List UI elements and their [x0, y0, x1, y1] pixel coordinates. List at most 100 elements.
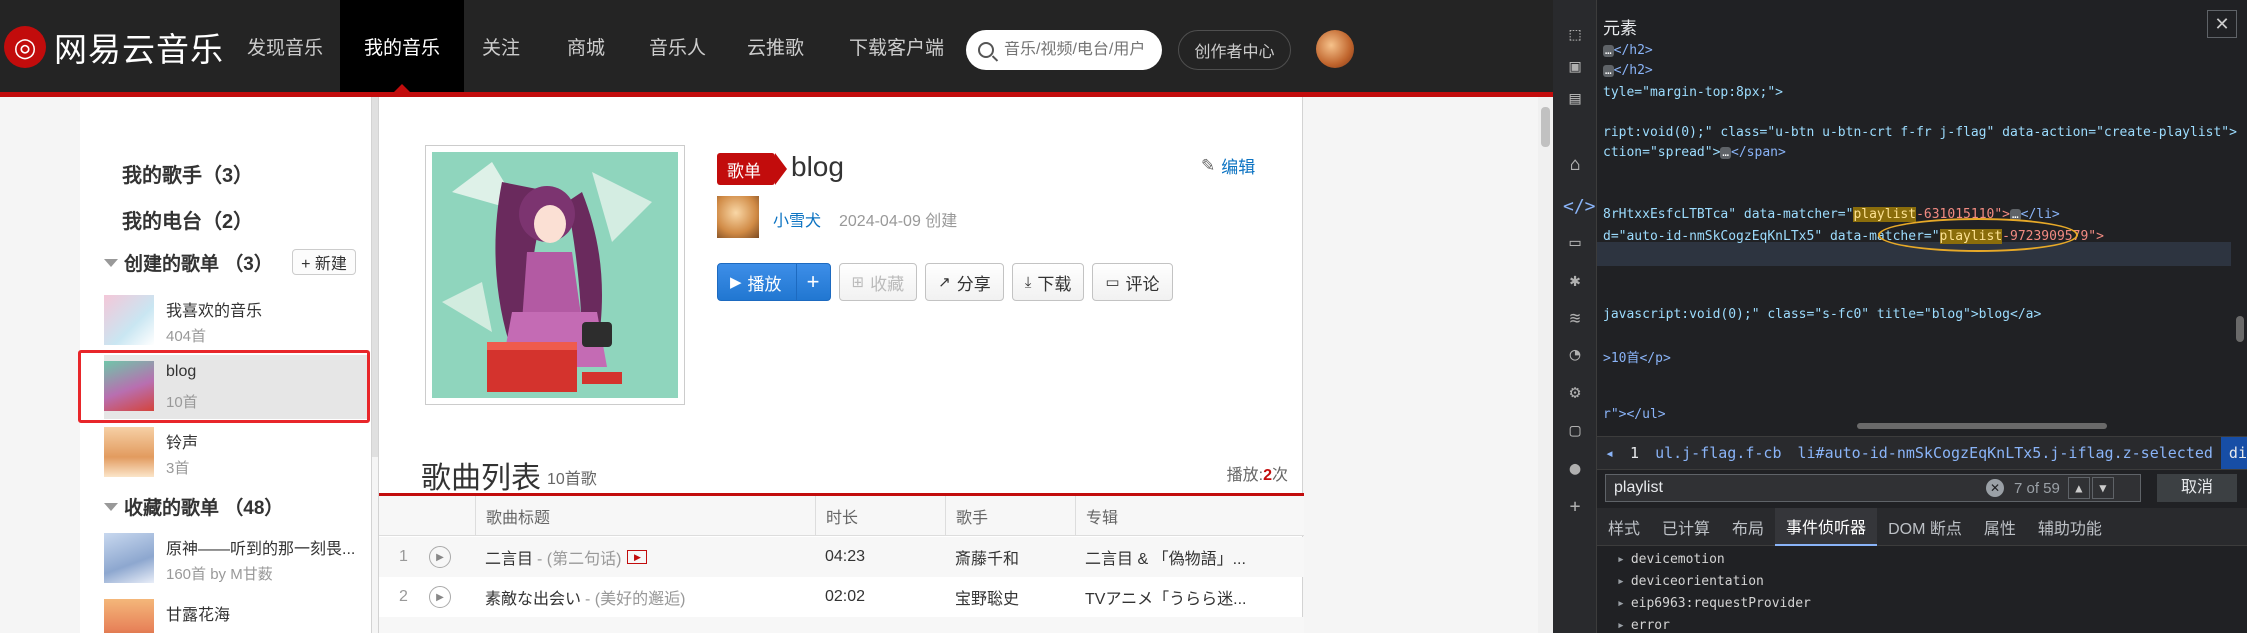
dom-line[interactable]: … </h2>: [1603, 42, 1653, 60]
song-row[interactable]: 2 ▶ 素敵な出会い - (美好的邂逅) 02:02 宝野聡史 TVアニメ「うら…: [379, 577, 1304, 617]
my-singers[interactable]: 我的歌手（3）: [122, 159, 253, 188]
song-album[interactable]: 二言目 & 「偽物語」...: [1075, 537, 1304, 577]
find-cancel-button[interactable]: 取消: [2157, 474, 2237, 502]
creator-avatar[interactable]: [717, 196, 759, 238]
song-list-title: 歌曲列表: [421, 462, 541, 495]
my-radios[interactable]: 我的电台（2）: [122, 205, 253, 234]
memory-icon[interactable]: ●: [1563, 458, 1587, 480]
user-avatar[interactable]: [1316, 30, 1354, 68]
device-toggle-icon[interactable]: ▣: [1563, 56, 1587, 78]
find-field[interactable]: ✕ 7 of 59 ▲ ▼: [1605, 474, 2141, 502]
song-album[interactable]: TVアニメ「うらら迷...: [1075, 577, 1304, 617]
debugger-icon[interactable]: ✱: [1563, 270, 1587, 292]
mv-icon[interactable]: ▶: [627, 550, 648, 564]
playlist-item-ringtone[interactable]: 铃声 3首: [104, 421, 368, 485]
close-icon[interactable]: ✕: [2207, 10, 2237, 38]
dom-vertical-scrollbar[interactable]: [2235, 36, 2245, 416]
song-title[interactable]: 素敵な出会い: [485, 585, 581, 609]
application-icon[interactable]: ▢: [1563, 420, 1587, 442]
scrollbar-thumb[interactable]: [2236, 316, 2244, 342]
console-icon[interactable]: ▭: [1563, 232, 1587, 254]
comment-button[interactable]: ▭ 评论: [1092, 263, 1173, 301]
listener-item[interactable]: eip6963:requestProvider: [1617, 596, 1811, 611]
find-input[interactable]: [1606, 479, 1986, 497]
scrollbar-thumb[interactable]: [1541, 107, 1550, 147]
col-title: 歌曲标题: [475, 496, 815, 536]
song-title[interactable]: 二言目: [485, 545, 533, 569]
created-date: 2024-04-09 创建: [839, 213, 958, 230]
nav-mall[interactable]: 商城: [543, 0, 629, 92]
clear-search-icon[interactable]: ✕: [1986, 479, 2004, 497]
nav-follow[interactable]: 关注: [458, 0, 544, 92]
tab-computed[interactable]: 已计算: [1651, 508, 1721, 546]
dom-line[interactable]: ript:void(0);" class="u-btn u-btn-crt f-…: [1603, 124, 2237, 142]
settings-gear-icon[interactable]: ⚙: [1563, 382, 1587, 404]
collect-button[interactable]: ⊞ 收藏: [838, 263, 918, 301]
creator-name[interactable]: 小雪犬: [773, 207, 821, 231]
dom-line[interactable]: tyle="margin-top:8px;">: [1603, 84, 1783, 102]
logo-text: 网易云音乐: [54, 31, 224, 68]
playlist-item-ganlu[interactable]: 甘露花海: [104, 593, 368, 633]
tab-accessibility[interactable]: 辅助功能: [2027, 508, 2113, 546]
site-logo[interactable]: ◎ 网易云音乐: [4, 24, 224, 70]
nav-my-music[interactable]: 我的音乐: [340, 0, 465, 92]
scrollbar-thumb[interactable]: [1857, 423, 2107, 429]
song-row-partial[interactable]: [379, 617, 1304, 633]
new-playlist-button[interactable]: + 新建: [292, 249, 356, 275]
collapse-triangle-icon: [104, 258, 118, 267]
tab-properties[interactable]: 属性: [1973, 508, 2027, 546]
created-playlists-header[interactable]: 创建的歌单 （3）: [104, 249, 273, 276]
playlist-name: 我喜欢的音乐: [166, 303, 263, 320]
creator-center-button[interactable]: 创作者中心: [1178, 30, 1291, 70]
listener-item[interactable]: devicemotion: [1617, 552, 1725, 567]
play-song-icon[interactable]: ▶: [429, 546, 451, 568]
playlist-item-liked[interactable]: 我喜欢的音乐 404首: [104, 289, 368, 353]
edit-link[interactable]: ✎ 编辑: [1201, 153, 1255, 178]
nav-musician[interactable]: 音乐人: [625, 0, 730, 92]
dom-line[interactable]: >10首</p>: [1603, 350, 1671, 368]
find-next-icon[interactable]: ▼: [2091, 477, 2114, 499]
listener-item[interactable]: error: [1617, 618, 1670, 633]
tab-dom-breakpoints[interactable]: DOM 断点: [1877, 508, 1973, 546]
dom-horizontal-scrollbar[interactable]: [1607, 420, 2241, 432]
tab-layout[interactable]: 布局: [1721, 508, 1775, 546]
share-button[interactable]: ↗ 分享: [925, 263, 1004, 301]
dom-line[interactable]: ction="spread">… </span>: [1603, 144, 1786, 162]
search-icon: [978, 42, 994, 58]
dom-line[interactable]: … </h2>: [1603, 62, 1653, 80]
play-song-icon[interactable]: ▶: [429, 586, 451, 608]
breadcrumb-item[interactable]: 1: [1622, 444, 1647, 462]
panel-icon[interactable]: ▤: [1563, 88, 1587, 110]
add-to-queue-button[interactable]: +: [795, 264, 830, 300]
collected-playlists-header[interactable]: 收藏的歌单 （48）: [104, 493, 283, 520]
nav-download[interactable]: 下载客户端: [825, 0, 968, 92]
download-button[interactable]: ⤓ 下载: [1011, 263, 1085, 301]
elements-icon[interactable]: </>: [1563, 196, 1596, 218]
breadcrumb-prev-icon[interactable]: ◂: [1597, 444, 1622, 462]
breadcrumb-item[interactable]: ul.j-flag.f-cb: [1647, 444, 1789, 462]
search-box[interactable]: [966, 30, 1162, 70]
welcome-icon[interactable]: ⌂: [1563, 154, 1587, 176]
song-row[interactable]: 1 ▶ 二言目 - (第二句话) ▶ 04:23 斎藤千和 二言目 & 「偽物語…: [379, 537, 1304, 577]
nav-recommend[interactable]: 云推歌: [723, 0, 828, 92]
breadcrumb-item[interactable]: li#auto-id-nmSkCogzEqKnLTx5.j-iflag.z-se…: [1790, 444, 2221, 462]
play-button[interactable]: ▶ 播放 +: [717, 263, 831, 301]
song-artist[interactable]: 斎藤千和: [945, 537, 1075, 577]
nav-discover[interactable]: 发现音乐: [223, 0, 347, 92]
listener-item[interactable]: deviceorientation: [1617, 574, 1764, 589]
more-tools-plus-icon[interactable]: +: [1563, 496, 1587, 518]
search-input[interactable]: [1004, 41, 1154, 59]
song-artist[interactable]: 宝野聡史: [945, 577, 1075, 617]
tab-styles[interactable]: 样式: [1597, 508, 1651, 546]
song-number: 1: [399, 548, 408, 565]
performance-icon[interactable]: ◔: [1563, 344, 1587, 366]
tab-event-listeners[interactable]: 事件侦听器: [1775, 507, 1878, 546]
network-icon[interactable]: ≋: [1563, 308, 1587, 330]
playlist-item-genshin[interactable]: 原神——听到的那一刻畏... 160首 by M甘薮: [104, 527, 368, 591]
page-scrollbar[interactable]: [1538, 97, 1553, 633]
find-prev-icon[interactable]: ▲: [2067, 477, 2090, 499]
share-label: 分享: [956, 274, 991, 294]
inspect-icon[interactable]: ⬚: [1563, 24, 1587, 46]
breadcrumb-current[interactable]: div.item.f-cb: [2220, 437, 2247, 469]
dom-line[interactable]: javascript:void(0);" class="s-fc0" title…: [1603, 306, 2041, 324]
